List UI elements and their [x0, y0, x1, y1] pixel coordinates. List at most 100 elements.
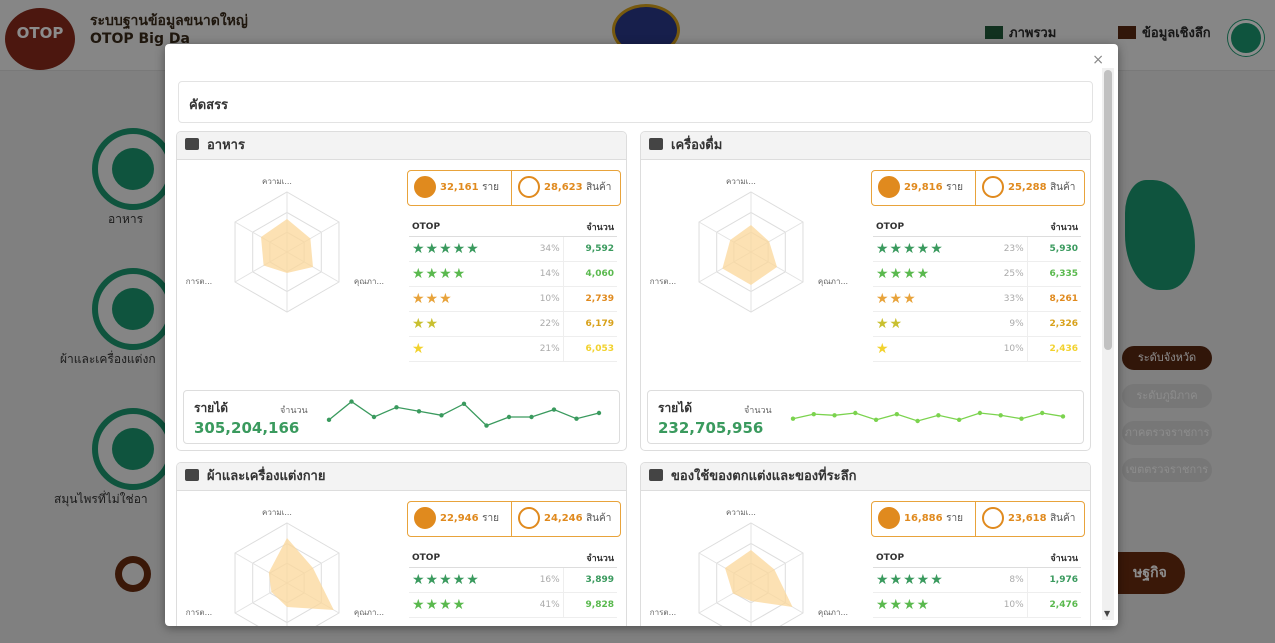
sparkline-point [977, 410, 983, 416]
vase-icon [982, 507, 1004, 529]
revenue-box: รายได้ จำนวน 232,705,956 [647, 390, 1084, 444]
sparkline-point [394, 405, 399, 410]
panel-2: ผ้าและเครื่องแต่งกาย ความเ... คุณภา... การ… [176, 462, 627, 626]
otop-row: ★ 21% 6,053 [409, 336, 617, 362]
otop-row: ★★ 9% 2,326 [873, 311, 1081, 337]
panel-header: เครื่องดื่ม [641, 132, 1090, 160]
count-cell: 8,261 [1026, 286, 1081, 312]
star-rating-icon: ★★★★ [409, 261, 523, 287]
sparkline-point [853, 410, 858, 416]
people-icon [414, 507, 436, 529]
otop-header: OTOP [873, 218, 987, 237]
products-count: 28,623 สินค้า [518, 171, 611, 205]
otop-row: ★★★★ 41% 9,828 [409, 592, 617, 618]
radar-label: คุณภา... [354, 277, 384, 286]
otop-header: OTOP [873, 549, 987, 568]
people-icon [878, 176, 900, 198]
star-rating-icon: ★ [409, 336, 523, 362]
radar-label: การต... [186, 608, 212, 617]
radar-chart: ความเ... คุณภา... การต... [650, 508, 848, 626]
vase-icon [649, 469, 663, 481]
star-rating-icon: ★★★★ [873, 261, 987, 287]
percent-cell: 21% [522, 336, 564, 362]
revenue-count-label: จำนวน [280, 406, 308, 416]
percent-cell: 9% [986, 311, 1028, 337]
star-rating-icon: ★★★ [873, 286, 987, 312]
entrepreneurs-count: 22,946 ราย [414, 502, 499, 536]
panel-header: ผ้าและเครื่องแต่งกาย [177, 463, 626, 491]
sparkline-point [529, 414, 534, 420]
percent-cell: 33% [986, 286, 1028, 312]
revenue-sparkline [326, 399, 602, 428]
sparkline-point [998, 413, 1003, 418]
bottle-icon [982, 176, 1004, 198]
sparkline-point [1040, 410, 1045, 416]
sparkline-point [873, 417, 879, 423]
count-cell: 2,326 [1026, 311, 1081, 337]
otop-row: ★★★★★ 34% 9,592 [409, 236, 617, 262]
radar-label: ความเ... [726, 177, 756, 186]
summary-box: 29,816 ราย 25,288 สินค้า [871, 170, 1085, 206]
count-cell: 6,179 [562, 311, 617, 337]
summary-box: 32,161 ราย 28,623 สินค้า [407, 170, 621, 206]
panel-title: ผ้าและเครื่องแต่งกาย [207, 469, 326, 484]
otop-row: ★★★ 33% 8,261 [873, 286, 1081, 312]
close-icon[interactable]: × [1092, 52, 1104, 68]
summary-box: 16,886 ราย 23,618 สินค้า [871, 501, 1085, 537]
otop-row: ★★★ 10% 2,739 [409, 286, 617, 312]
products-count: 24,246 สินค้า [518, 502, 611, 536]
otop-row: ★★★★ 14% 4,060 [409, 261, 617, 287]
count-header: จำนวน [563, 549, 617, 568]
star-rating-icon: ★★★★ [409, 592, 523, 618]
sparkline-point [574, 416, 579, 421]
count-cell: 2,739 [562, 286, 617, 312]
star-rating-icon: ★★★★★ [873, 567, 987, 593]
otop-row: ★★★★ 25% 6,335 [873, 261, 1081, 287]
otop-header: OTOP [409, 549, 523, 568]
otop-row: ★★★★★ 16% 3,899 [409, 567, 617, 593]
sparkline-point [349, 399, 354, 404]
sparkline-point [1019, 416, 1024, 421]
sparkline-point [551, 407, 557, 412]
radar-label: การต... [650, 608, 676, 617]
sparkline-point [596, 410, 602, 416]
sparkline-point [1060, 414, 1066, 419]
count-cell: 2,436 [1026, 336, 1081, 362]
revenue-amount: 232,705,956 [658, 419, 764, 437]
radar-label: ความเ... [726, 508, 756, 517]
otop-row: ★ 10% 2,436 [873, 336, 1081, 362]
people-icon [878, 507, 900, 529]
radar-label: คุณภา... [818, 277, 848, 286]
count-cell: 4,060 [562, 261, 617, 287]
count-header: จำนวน [1027, 549, 1081, 568]
count-cell: 5,930 [1026, 236, 1081, 262]
panel-header: อาหาร [177, 132, 626, 160]
panel-title: ของใช้ของตกแต่งและของที่ระลึก [671, 469, 857, 484]
star-rating-icon: ★★★★ [873, 592, 987, 618]
otop-row: ★★★★★ 23% 5,930 [873, 236, 1081, 262]
panel-title: เครื่องดื่ม [671, 138, 723, 153]
otop-rating-table: OTOP จำนวน ★★★★★ 16% 3,899 ★★★★ 41% 9,82… [409, 549, 617, 618]
radar-chart: ความเ... คุณภา... การต... [186, 508, 384, 626]
sparkline-point [416, 409, 422, 414]
star-rating-icon: ★★★★★ [873, 236, 987, 262]
products-count: 23,618 สินค้า [982, 502, 1075, 536]
modal-title: คัดสรร [189, 98, 229, 113]
otop-rating-table: OTOP จำนวน ★★★★★ 34% 9,592 ★★★★ 14% 4,06… [409, 218, 617, 362]
sparkline-point [371, 414, 377, 420]
radar-area [261, 219, 313, 273]
revenue-sparkline [790, 410, 1066, 424]
summary-box: 22,946 ราย 24,246 สินค้า [407, 501, 621, 537]
scroll-down-icon[interactable]: ▼ [1104, 609, 1110, 618]
revenue-label: รายได้ [658, 401, 693, 415]
modal-scrollbar[interactable]: ▼ [1102, 68, 1114, 620]
revenue-count-label: จำนวน [744, 406, 772, 416]
food-basket-icon [185, 138, 199, 150]
modal-header: คัดสรร [178, 81, 1093, 123]
panel-header: ของใช้ของตกแต่งและของที่ระลึก [641, 463, 1090, 491]
count-cell: 3,899 [562, 567, 617, 593]
scrollbar-thumb[interactable] [1104, 70, 1112, 350]
panel-title: อาหาร [207, 138, 245, 153]
star-rating-icon: ★ [873, 336, 987, 362]
percent-cell: 10% [986, 336, 1028, 362]
